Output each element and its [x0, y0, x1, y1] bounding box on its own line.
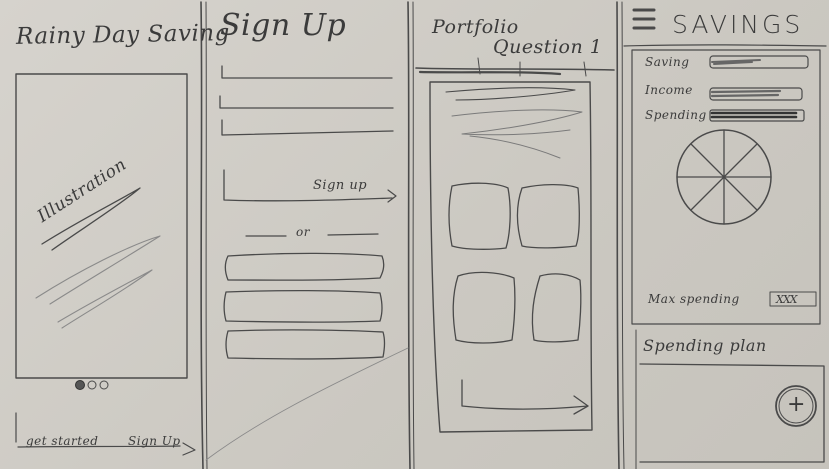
pie-slices [676, 129, 772, 225]
field-line-1 [221, 65, 393, 79]
header-line-bold [418, 70, 562, 76]
field-line-3 [221, 119, 394, 136]
spending-bar-fill [710, 111, 798, 119]
max-spending-value: XXX [776, 293, 797, 306]
income-bar-fill [710, 89, 782, 98]
spending-plan-title: Spending plan [643, 336, 767, 355]
page-dot-active [75, 380, 85, 390]
social-button-1 [224, 252, 385, 281]
get-started-link[interactable]: get started [26, 434, 98, 448]
divider-line-3b [621, 1, 625, 469]
or-divider-label: or [296, 225, 310, 239]
question-scribble-2 [451, 109, 583, 136]
spending-bar [709, 109, 805, 122]
signup-button-label[interactable]: Sign up [313, 178, 367, 193]
income-label: Income [645, 83, 693, 97]
sketch-lines [15, 1, 827, 469]
social-button-2 [223, 289, 383, 323]
portfolio-title: Portfolio [432, 16, 519, 38]
hamburger-icon [632, 8, 656, 30]
sign-up-link[interactable]: Sign Up [128, 434, 181, 448]
saving-label: Saving [645, 55, 690, 69]
divider-line-2 [407, 1, 411, 469]
answer-card-3 [452, 271, 516, 344]
question-scribble-1 [445, 87, 576, 101]
savings-header-line [623, 44, 827, 47]
or-line-right [327, 233, 379, 236]
signup-title: Sign Up [220, 8, 347, 43]
answer-card-2 [516, 183, 580, 249]
divider-line-3 [616, 1, 620, 469]
next-arrow-line [461, 379, 589, 410]
signup-arrow-2 [387, 189, 397, 203]
scribble-2 [35, 235, 161, 305]
saving-bar-fill [711, 59, 761, 65]
savings-title: SAVINGS [672, 10, 804, 39]
income-bar [709, 87, 803, 101]
social-button-3 [225, 329, 386, 360]
field-line-2 [219, 95, 394, 109]
page-dot [87, 380, 97, 390]
add-plan-button[interactable]: + [787, 392, 806, 417]
scribble-3 [57, 269, 153, 329]
signup-arrow [182, 442, 196, 456]
illustration-frame [15, 73, 188, 379]
paper-crease [205, 347, 409, 461]
answer-card-1 [448, 182, 511, 250]
spending-label: Spending [645, 108, 707, 122]
page-dot [99, 380, 109, 390]
max-spending-label: Max spending [648, 292, 740, 306]
question-title: Question 1 [493, 36, 603, 58]
onboarding-title: Rainy Day Saving [15, 20, 231, 50]
next-arrow-head [573, 395, 589, 415]
header-line [415, 67, 615, 71]
divider-line-2b [412, 1, 415, 469]
divider-line-1b [205, 1, 208, 469]
answer-card-4 [531, 273, 582, 343]
divider-line-1 [200, 1, 204, 469]
